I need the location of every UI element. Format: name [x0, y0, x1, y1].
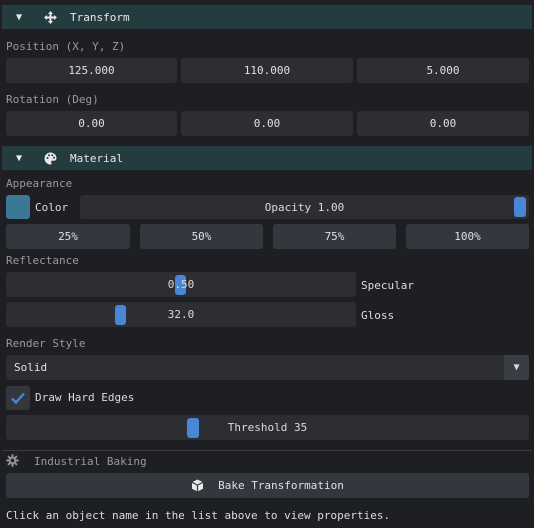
preset-25-button[interactable]: 25% — [6, 224, 130, 249]
position-x-input[interactable]: 125.000 — [6, 58, 177, 83]
separator — [2, 450, 532, 451]
material-header[interactable]: ▼ Material — [2, 146, 532, 170]
preset-50-button[interactable]: 50% — [140, 224, 263, 249]
bake-transformation-label: Bake Transformation — [218, 479, 344, 492]
position-z-input[interactable]: 5.000 — [357, 58, 529, 83]
chevron-down-icon: ▼ — [513, 362, 520, 373]
specular-label: Specular — [361, 279, 414, 292]
color-label: Color — [35, 201, 69, 214]
industrial-baking-title: Industrial Baking — [34, 455, 147, 468]
bake-transformation-button[interactable]: Bake Transformation — [6, 473, 529, 498]
preset-100-button[interactable]: 100% — [406, 224, 529, 249]
dropdown-button[interactable]: ▼ — [504, 355, 529, 380]
threshold-value: Threshold 35 — [227, 421, 308, 434]
position-label: Position (X, Y, Z) — [6, 40, 126, 53]
render-style-label: Render Style — [6, 337, 86, 350]
threshold-slider[interactable]: Threshold 35 — [6, 415, 529, 440]
rotation-z-input[interactable]: 0.00 — [357, 111, 529, 136]
render-style-select[interactable]: Solid — [6, 355, 529, 380]
gear-icon — [6, 454, 20, 468]
gloss-slider[interactable]: 32.0 — [6, 302, 356, 327]
specular-value: 0.50 — [167, 278, 195, 291]
color-swatch[interactable] — [6, 195, 30, 219]
gloss-value: 32.0 — [167, 308, 195, 321]
rotation-y-input[interactable]: 0.00 — [181, 111, 353, 136]
reflectance-label: Reflectance — [6, 254, 79, 267]
rotation-x-input[interactable]: 0.00 — [6, 111, 177, 136]
checkmark-icon — [11, 392, 25, 405]
rotation-label: Rotation (Deg) — [6, 93, 99, 106]
render-style-value: Solid — [14, 361, 48, 374]
preset-75-button[interactable]: 75% — [273, 224, 396, 249]
opacity-value: Opacity 1.00 — [264, 200, 345, 214]
transform-header[interactable]: ▼ Transform — [2, 5, 532, 29]
move-icon — [44, 10, 58, 24]
collapse-arrow-icon: ▼ — [16, 11, 23, 23]
position-y-input[interactable]: 110.000 — [181, 58, 353, 83]
specular-slider[interactable]: 0.50 — [6, 272, 356, 297]
appearance-label: Appearance — [6, 177, 73, 190]
draw-hard-edges-checkbox[interactable] — [6, 386, 30, 410]
draw-hard-edges-label: Draw Hard Edges — [35, 391, 135, 404]
palette-icon — [44, 152, 58, 165]
footer-hint: Click an object name in the list above t… — [6, 509, 391, 522]
gloss-label: Gloss — [361, 309, 395, 322]
collapse-arrow-icon: ▼ — [16, 152, 23, 164]
opacity-slider[interactable]: Opacity 1.00 — [80, 195, 529, 219]
transform-title: Transform — [70, 10, 130, 24]
cube-icon — [191, 479, 204, 492]
material-title: Material — [70, 151, 123, 165]
